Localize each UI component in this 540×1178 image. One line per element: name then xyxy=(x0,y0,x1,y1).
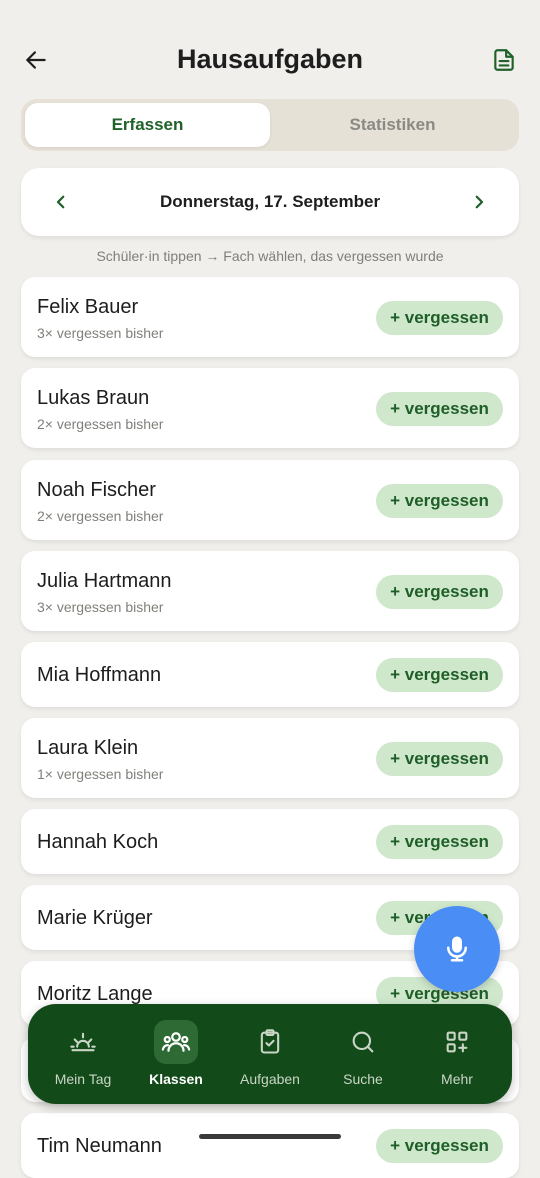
forgotten-count: 3× vergessen bisher xyxy=(37,325,164,341)
student-card[interactable]: Hannah Koch + vergessen xyxy=(21,809,519,874)
nav-label: Mehr xyxy=(441,1071,473,1087)
student-card[interactable]: Felix Bauer 3× vergessen bisher + verges… xyxy=(21,277,519,357)
nav-item-klassen[interactable]: Klassen xyxy=(129,1004,223,1104)
nav-icon-wrapper xyxy=(154,1020,198,1064)
nav-label: Klassen xyxy=(149,1071,203,1087)
document-icon xyxy=(494,49,514,71)
student-name: Noah Fischer xyxy=(37,479,156,501)
nav-item-mein-tag[interactable]: Mein Tag xyxy=(36,1004,130,1104)
student-card[interactable]: Julia Hartmann 3× vergessen bisher + ver… xyxy=(21,551,519,631)
nav-icon-wrapper xyxy=(341,1020,385,1064)
segmented-control: Erfassen Statistiken xyxy=(21,99,519,151)
next-day-button[interactable] xyxy=(463,186,495,218)
current-date: Donnerstag, 17. September xyxy=(159,192,381,211)
forgotten-count: 2× vergessen bisher xyxy=(37,508,164,524)
group-icon xyxy=(161,1032,191,1052)
document-button[interactable] xyxy=(488,44,520,76)
sunrise-icon xyxy=(70,1032,96,1052)
nav-icon-wrapper xyxy=(435,1020,479,1064)
voice-input-button[interactable] xyxy=(414,906,500,992)
tab-statistiken[interactable]: Statistiken xyxy=(270,103,515,147)
nav-label: Mein Tag xyxy=(54,1071,112,1087)
student-card[interactable]: Lukas Braun 2× vergessen bisher + verges… xyxy=(21,368,519,448)
add-forgotten-button[interactable]: + vergessen xyxy=(376,742,503,776)
add-forgotten-button[interactable]: + vergessen xyxy=(376,301,503,335)
student-card[interactable]: Tim Neumann + vergessen xyxy=(21,1113,519,1178)
search-icon xyxy=(352,1031,374,1053)
page-title: Hausaufgaben xyxy=(176,44,364,74)
student-card[interactable]: Mia Hoffmann + vergessen xyxy=(21,642,519,707)
student-card[interactable]: Laura Klein 1× vergessen bisher + verges… xyxy=(21,718,519,798)
student-name: Marie Krüger xyxy=(37,907,153,929)
forgotten-count: 2× vergessen bisher xyxy=(37,416,164,432)
add-forgotten-button[interactable]: + vergessen xyxy=(376,658,503,692)
chevron-right-icon xyxy=(475,195,484,209)
add-forgotten-button[interactable]: + vergessen xyxy=(376,1129,503,1163)
forgotten-count: 3× vergessen bisher xyxy=(37,599,164,615)
nav-label: Suche xyxy=(343,1071,383,1087)
student-name: Mia Hoffmann xyxy=(37,664,162,686)
nav-item-mehr[interactable]: Mehr xyxy=(410,1004,504,1104)
app-header: Hausaufgaben xyxy=(0,30,540,90)
nav-item-aufgaben[interactable]: Aufgaben xyxy=(223,1004,317,1104)
date-navigator: Donnerstag, 17. September xyxy=(21,168,519,236)
student-name: Laura Klein xyxy=(37,737,139,759)
student-name: Tim Neumann xyxy=(37,1135,162,1157)
student-card[interactable]: Noah Fischer 2× vergessen bisher + verge… xyxy=(21,460,519,540)
add-forgotten-button[interactable]: + vergessen xyxy=(376,575,503,609)
microphone-icon xyxy=(447,936,467,962)
clipboard-check-icon xyxy=(260,1029,280,1054)
student-name: Lukas Braun xyxy=(37,387,150,409)
nav-icon-wrapper xyxy=(248,1020,292,1064)
home-indicator xyxy=(199,1134,341,1139)
tab-erfassen[interactable]: Erfassen xyxy=(25,103,270,147)
nav-label: Aufgaben xyxy=(240,1071,300,1087)
add-forgotten-button[interactable]: + vergessen xyxy=(376,392,503,426)
nav-icon-wrapper xyxy=(61,1020,105,1064)
grid-plus-icon xyxy=(446,1031,468,1053)
forgotten-count: 1× vergessen bisher xyxy=(37,766,164,782)
nav-item-suche[interactable]: Suche xyxy=(316,1004,410,1104)
add-forgotten-button[interactable]: + vergessen xyxy=(376,484,503,518)
add-forgotten-button[interactable]: + vergessen xyxy=(376,825,503,859)
student-name: Hannah Koch xyxy=(37,831,159,853)
student-name: Moritz Lange xyxy=(37,983,153,1005)
bottom-navigation: Mein Tag Klassen Aufgaben Suche Mehr xyxy=(28,1004,512,1104)
instruction-hint: Schüler·in tippen → Fach wählen, das ver… xyxy=(96,248,444,264)
student-name: Felix Bauer xyxy=(37,296,139,318)
student-name: Julia Hartmann xyxy=(37,570,172,592)
